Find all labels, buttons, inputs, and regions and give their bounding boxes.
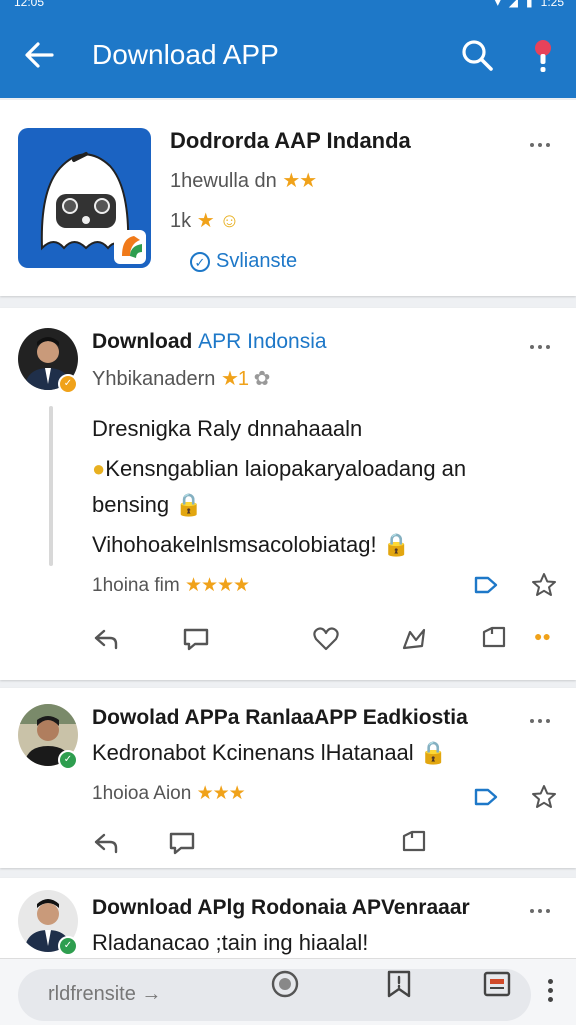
app-info-card[interactable]: Dodrorda AAP Indanda 1hewulla dn ★★ 1k ★… — [0, 100, 576, 296]
post-handle-row: Yhbikanadern ★1 ✿ — [92, 366, 270, 391]
verified-label: Svlianste — [216, 250, 298, 272]
arrow-right-icon: → — [141, 983, 162, 1005]
reply-icon[interactable] — [92, 626, 120, 652]
post-meta-row: 1hoina fim ★★★★ — [92, 574, 250, 597]
verified-badge-icon: ✓ — [58, 750, 78, 770]
more-options-icon[interactable] — [530, 134, 554, 147]
overflow-menu-icon[interactable] — [548, 979, 554, 1002]
comment-icon[interactable] — [182, 626, 210, 652]
star-outline-icon[interactable] — [530, 572, 558, 598]
post-text-line: Kedronabot Kcinenans lHatanaal — [92, 740, 414, 765]
post-title-main: Download — [92, 330, 199, 353]
post-text-line-row: Kedronabot Kcinenans lHatanaal 🔒 — [92, 740, 447, 766]
page-title: Download APP — [92, 39, 279, 70]
post-text-line: Dresnigka Raly dnnahaaaln — [92, 416, 363, 441]
post-text-line: Kensngablian laiopakaryaloadang an — [105, 456, 467, 481]
quote-bar — [49, 406, 53, 566]
url-text: rldfrensite — [48, 983, 136, 1005]
app-count-row: 1k ★ ☺ — [170, 208, 240, 233]
post-meta-stars: ★★★ — [196, 783, 246, 804]
share-icon[interactable] — [472, 572, 500, 598]
post-meta-stars: ★★★★ — [184, 575, 250, 596]
post-meta-row: 1hoioa Aion ★★★ — [92, 782, 246, 805]
post-text-line-row: ●Kensngablian laiopakaryaloadang an — [92, 456, 466, 482]
post-text-line-row: bensing 🔒 — [92, 492, 203, 518]
share-icon[interactable] — [472, 784, 500, 810]
more-options-icon[interactable] — [530, 710, 554, 723]
verified-badge-icon: ✓ — [58, 936, 78, 956]
post-text-line: Vihohoakelnlsmsacolobiatag! — [92, 532, 377, 557]
search-icon[interactable] — [460, 38, 494, 72]
bottom-toolbar: rldfrensite → — [0, 958, 576, 1025]
app-count-star: ★ — [196, 210, 215, 232]
app-rating-stars: ★★ — [282, 170, 317, 192]
more-options-icon[interactable] — [530, 336, 554, 349]
app-title: Dodrorda AAP Indanda — [170, 128, 411, 153]
check-circle-icon: ✓ — [190, 251, 210, 272]
reply-icon[interactable] — [92, 830, 120, 856]
bird-icon: ✿ — [253, 368, 271, 390]
app-subtitle-row: 1hewulla dn ★★ — [170, 168, 317, 193]
post-meta: 1hoina fim — [92, 575, 180, 596]
post-text-line-row: Vihohoakelnlsmsacolobiatag! 🔒 — [92, 532, 410, 558]
app-subtitle: 1hewulla dn — [170, 170, 277, 192]
lock-emoji-icon: 🔒 — [419, 740, 448, 765]
badge-icon: ✓ — [58, 374, 78, 394]
status-clock: 1:25 — [540, 0, 564, 9]
post-title[interactable]: Download APR Indonsia — [92, 330, 327, 354]
smile-icon: ☺ — [219, 210, 240, 232]
post-card[interactable]: ✓ Download APR Indonsia Yhbikanadern ★1 … — [0, 308, 576, 680]
tabs-icon[interactable] — [482, 969, 512, 999]
signal-icon: ◢ — [508, 0, 519, 9]
verified-link[interactable]: ✓ Svlianste — [190, 250, 297, 273]
more-dots-icon[interactable]: ●● — [534, 628, 562, 654]
status-bar: 12:05 ▾ ◢ ▮ 1:25 — [0, 0, 576, 14]
comment-icon[interactable] — [168, 830, 196, 856]
retweet-icon[interactable] — [400, 626, 428, 652]
bookmark-icon[interactable] — [480, 624, 508, 650]
post-title[interactable]: Dowolad APPa RanlaaAPP Eadkiostia — [92, 706, 468, 730]
post-card[interactable]: ✓ Dowolad APPa RanlaaAPP Eadkiostia Kedr… — [0, 688, 576, 868]
status-time: 12:05 — [14, 0, 45, 9]
emoji-icon: ● — [92, 456, 106, 481]
record-icon[interactable] — [270, 969, 300, 999]
app-bar: Download APP — [0, 14, 576, 98]
notification-pin-icon[interactable] — [530, 36, 556, 76]
lock-emoji-icon: 🔒 — [175, 492, 203, 517]
post-text-line: Rladanacao ;tain ing hiaalal! — [92, 930, 369, 955]
app-logo-icon — [18, 128, 151, 268]
battery-icon: ▮ — [526, 0, 533, 9]
more-options-icon[interactable] — [530, 900, 554, 913]
post-handle: Yhbikanadern — [92, 368, 216, 390]
post-text-line: bensing — [92, 492, 170, 517]
app-download-count: 1k — [170, 210, 192, 232]
post-title-highlight: APR Indonsia — [198, 330, 327, 353]
bookmark-icon[interactable] — [400, 828, 428, 854]
heart-icon[interactable] — [312, 626, 340, 652]
post-meta: 1hoioa Aion — [92, 783, 192, 804]
lock-emoji-icon: 🔒 — [382, 532, 411, 557]
post-handle-star: ★1 — [221, 368, 249, 390]
status-icons: ▾ ◢ ▮ 1:25 — [495, 0, 564, 8]
url-text-row: rldfrensite → — [48, 983, 161, 1006]
star-outline-icon[interactable] — [530, 784, 558, 810]
bookmark-alert-icon[interactable] — [384, 969, 414, 999]
wifi-icon: ▾ — [494, 0, 501, 9]
post-title[interactable]: Download APlg Rodonaia APVenraaar — [92, 896, 470, 920]
back-arrow-icon[interactable] — [22, 38, 56, 72]
post-card[interactable]: ✓ Download APlg Rodonaia APVenraaar Rlad… — [0, 878, 576, 958]
